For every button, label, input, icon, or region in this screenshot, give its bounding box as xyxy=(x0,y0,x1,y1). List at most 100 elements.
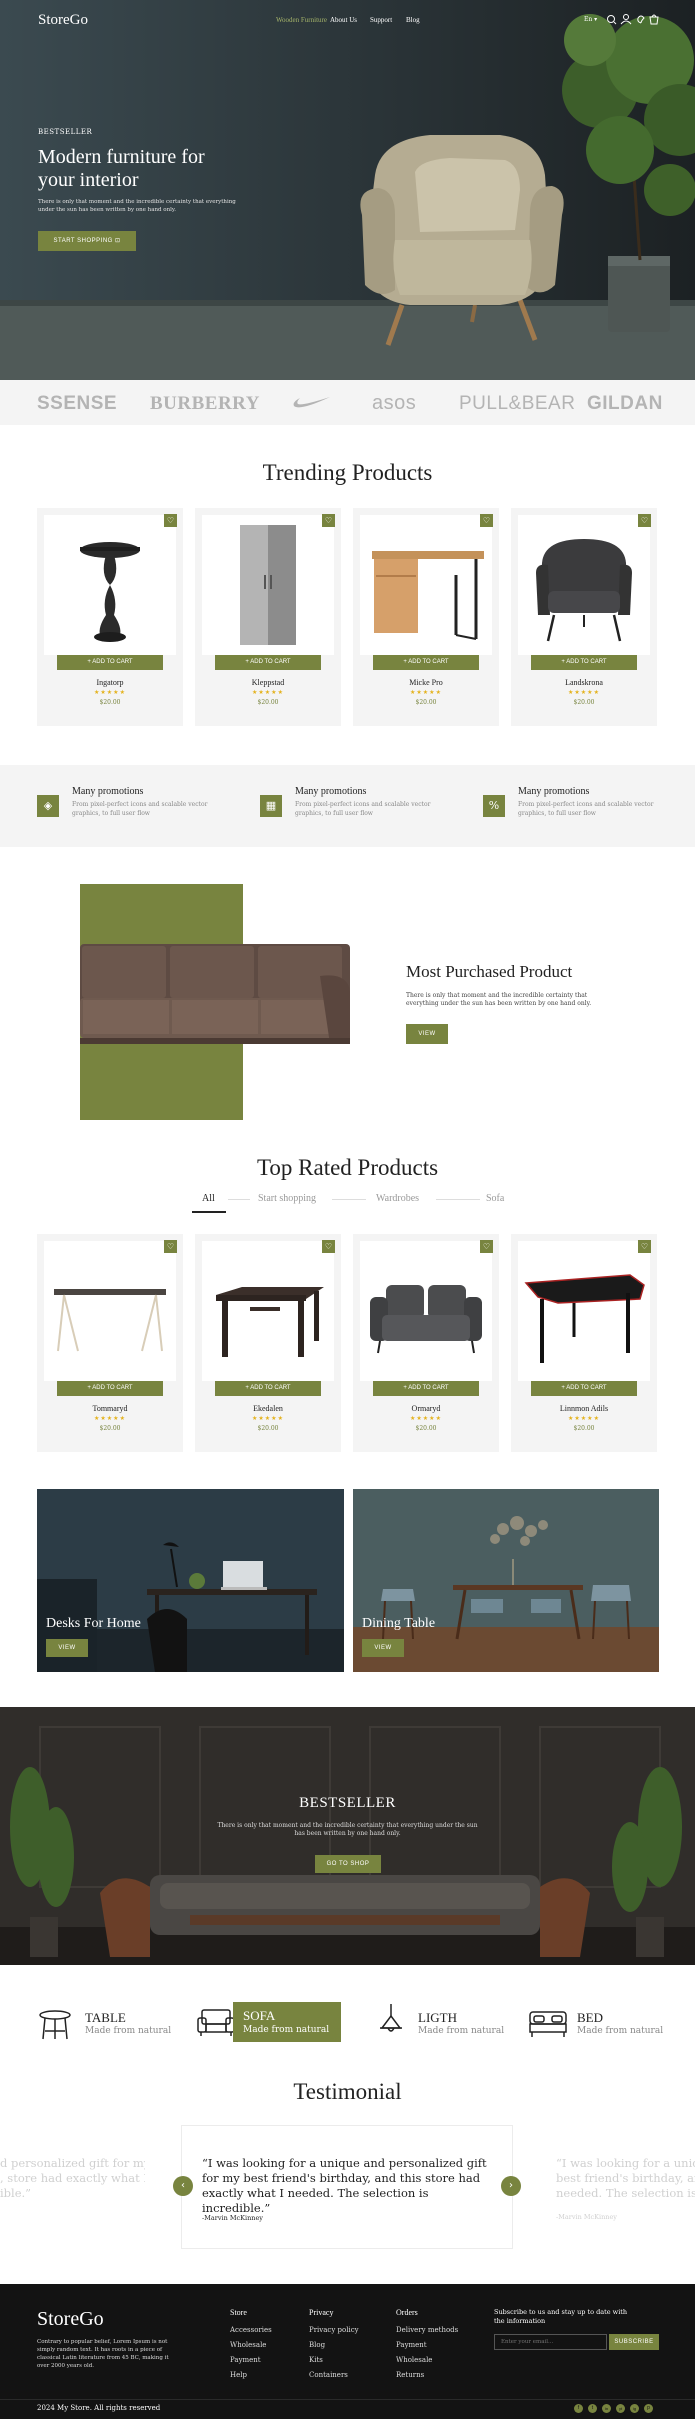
footer-link[interactable]: Payment xyxy=(230,2356,261,2364)
footer-link[interactable]: Wholesale xyxy=(396,2356,432,2364)
product-card[interactable]: ♡ + ADD TO CART Ekedalen ★★★★★ $20.00 xyxy=(195,1234,341,1452)
footer-link[interactable]: Blog xyxy=(309,2341,325,2349)
most-purchased-title: Most Purchased Product xyxy=(406,962,573,981)
facebook-icon[interactable]: f xyxy=(574,2404,583,2413)
product-image xyxy=(360,515,492,655)
product-card[interactable]: ♡ + ADD TO CART Linnmon Adils ★★★★★ $20.… xyxy=(511,1234,657,1452)
add-to-cart-button[interactable]: + ADD TO CART xyxy=(373,655,479,670)
footer-link[interactable]: Payment xyxy=(396,2341,427,2349)
feature-text: From pixel-perfect icons and scalable ve… xyxy=(518,801,654,817)
wishlist-heart-icon[interactable]: ♡ xyxy=(164,514,177,527)
wishlist-heart-icon[interactable]: ♡ xyxy=(164,1240,177,1253)
product-name: Linnmon Adils xyxy=(559,1404,609,1413)
nav-link-support[interactable]: Support xyxy=(370,16,392,24)
bestseller-title: BESTSELLER xyxy=(299,1795,396,1811)
footer-link[interactable]: Containers xyxy=(309,2371,348,2379)
add-to-cart-button[interactable]: + ADD TO CART xyxy=(215,1381,321,1396)
product-price: $20.00 xyxy=(573,699,595,706)
pinterest-icon[interactable]: p xyxy=(644,2404,653,2413)
view-button[interactable]: VIEW xyxy=(46,1639,88,1657)
product-card[interactable]: ♡ + ADD TO CART Micke Pro ★★★★★ $20.00 xyxy=(353,508,499,726)
add-to-cart-button[interactable]: + ADD TO CART xyxy=(373,1381,479,1396)
next-arrow-icon[interactable]: › xyxy=(501,2176,521,2196)
category-title: LIGTH xyxy=(418,2010,457,2025)
product-card[interactable]: ♡ + ADD TO CART Ingatorp ★★★★★ $20.00 xyxy=(37,508,183,726)
add-to-cart-button[interactable]: + ADD TO CART xyxy=(531,655,637,670)
wishlist-heart-icon[interactable]: ♡ xyxy=(638,514,651,527)
footer-link[interactable]: Help xyxy=(230,2371,247,2379)
wishlist-heart-icon[interactable]: ♡ xyxy=(480,1240,493,1253)
wishlist-heart-icon[interactable]: ♡ xyxy=(480,514,493,527)
wishlist-heart-icon[interactable]: ♡ xyxy=(322,1240,335,1253)
product-card[interactable]: ♡ + ADD TO CART Ormaryd ★★★★★ $20.00 xyxy=(353,1234,499,1452)
tab-wardrobes[interactable]: Wardrobes xyxy=(376,1193,419,1204)
nav-link-wooden-furniture[interactable]: Wooden Furniture xyxy=(276,16,327,24)
sofa-image xyxy=(80,944,350,1044)
instagram-icon[interactable]: ig xyxy=(630,2404,639,2413)
bestseller-text: There is only that moment and the incred… xyxy=(217,1822,478,1837)
product-price: $20.00 xyxy=(99,699,121,706)
bed-icon xyxy=(529,2011,567,2037)
dining-banner[interactable]: Dining Table VIEW xyxy=(353,1489,659,1672)
banner-label: Dining Table xyxy=(362,1616,436,1631)
twitter-icon[interactable]: t xyxy=(588,2404,597,2413)
footer-link[interactable]: Accessories xyxy=(230,2326,272,2334)
footer-logo[interactable]: StoreGo xyxy=(37,2308,104,2331)
prev-arrow-icon[interactable]: ‹ xyxy=(173,2176,193,2196)
youtube-icon[interactable]: yt xyxy=(616,2404,625,2413)
product-price: $20.00 xyxy=(257,699,279,706)
brand-asos: asos xyxy=(372,392,417,414)
tab-all[interactable]: All xyxy=(202,1193,215,1204)
nav-link-blog[interactable]: Blog xyxy=(406,16,420,24)
footer-link[interactable]: Kits xyxy=(309,2356,323,2364)
add-to-cart-button[interactable]: + ADD TO CART xyxy=(57,1381,163,1396)
product-card[interactable]: ♡ + ADD TO CART Landskrona ★★★★★ $20.00 xyxy=(511,508,657,726)
add-to-cart-button[interactable]: + ADD TO CART xyxy=(57,655,163,670)
product-name: Ingatorp xyxy=(96,678,124,687)
category-subtitle: Made from natural xyxy=(243,2025,330,2035)
product-price: $20.00 xyxy=(415,699,437,706)
rating-stars: ★★★★★ xyxy=(568,1415,600,1422)
wishlist-heart-icon[interactable]: ♡ xyxy=(322,514,335,527)
testimonial-title: Testimonial xyxy=(293,2079,402,2104)
subscribe-button[interactable]: SUBSCRIBE xyxy=(609,2334,659,2350)
next-testimonial-author: -Marvin McKinney xyxy=(556,2213,617,2221)
tab-divider xyxy=(436,1199,480,1200)
product-image xyxy=(518,515,650,655)
view-button[interactable]: VIEW xyxy=(362,1639,404,1657)
testimonial-card: “I was looking for a unique and personal… xyxy=(181,2125,513,2249)
product-card[interactable]: ♡ + ADD TO CART Tommaryd ★★★★★ $20.00 xyxy=(37,1234,183,1452)
add-to-cart-button[interactable]: + ADD TO CART xyxy=(215,655,321,670)
start-shopping-button[interactable]: START SHOPPING ⊡ xyxy=(38,231,136,251)
product-image xyxy=(202,515,334,655)
feature-title: Many promotions xyxy=(72,786,144,797)
site-logo[interactable]: StoreGo xyxy=(38,12,88,29)
active-tab-underline xyxy=(192,1211,226,1213)
category-subtitle: Made from natural xyxy=(418,2026,505,2036)
brand-gildan: GILDAN xyxy=(587,393,663,414)
email-input[interactable] xyxy=(494,2334,607,2350)
product-card[interactable]: ♡ + ADD TO CART Kleppstad ★★★★★ $20.00 xyxy=(195,508,341,726)
wishlist-heart-icon[interactable]: ♡ xyxy=(638,1240,651,1253)
footer-col-title: Store xyxy=(230,2308,247,2317)
tab-start-shopping[interactable]: Start shopping xyxy=(258,1193,316,1204)
category-subtitle: Made from natural xyxy=(577,2026,664,2036)
add-to-cart-button[interactable]: + ADD TO CART xyxy=(531,1381,637,1396)
desks-banner[interactable]: Desks For Home VIEW xyxy=(37,1489,344,1672)
footer-link[interactable]: Wholesale xyxy=(230,2341,266,2349)
tab-sofa[interactable]: Sofa xyxy=(486,1193,504,1204)
footer-link[interactable]: Privacy policy xyxy=(309,2326,359,2334)
product-image xyxy=(44,1241,176,1381)
hero-eyebrow: BESTSELLER xyxy=(38,128,93,136)
footer-link[interactable]: Delivery methods xyxy=(396,2326,458,2334)
footer-link[interactable]: Returns xyxy=(396,2371,424,2379)
bestseller-banner: BESTSELLER There is only that moment and… xyxy=(0,1707,695,1965)
nav-link-about-us[interactable]: About Us xyxy=(330,16,357,24)
go-to-shop-button[interactable]: GO TO SHOP xyxy=(315,1855,381,1873)
linkedin-icon[interactable]: in xyxy=(602,2404,611,2413)
tab-divider xyxy=(228,1199,250,1200)
language-selector[interactable]: En ▾ xyxy=(584,16,597,23)
view-button[interactable]: VIEW xyxy=(406,1024,448,1044)
product-name: Kleppstad xyxy=(251,678,285,687)
cart-icon: ⊡ xyxy=(115,238,121,244)
